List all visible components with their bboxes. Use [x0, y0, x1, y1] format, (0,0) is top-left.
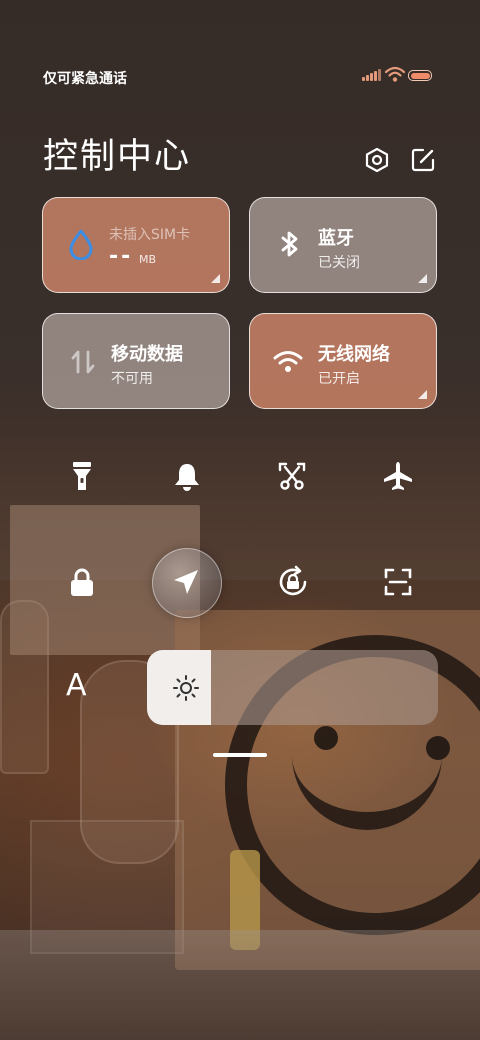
- location-toggle[interactable]: [161, 557, 211, 607]
- data-arrows-icon: [71, 350, 95, 374]
- bluetooth-tile[interactable]: 蓝牙 已关闭: [249, 197, 437, 293]
- bell-icon: [175, 464, 199, 491]
- flashlight-icon: [73, 462, 91, 490]
- airplane-icon: [384, 462, 412, 490]
- bluetooth-status: 已关闭: [318, 255, 360, 271]
- data-usage-value: --: [109, 244, 134, 269]
- notification-bell-toggle[interactable]: [162, 451, 212, 501]
- lock-screen-toggle[interactable]: [57, 557, 107, 607]
- mobile-data-label: 移动数据: [111, 344, 183, 365]
- wifi-status: 已开启: [318, 371, 360, 387]
- bluetooth-icon: [281, 231, 298, 257]
- bluetooth-label: 蓝牙: [318, 228, 354, 249]
- expand-corner-icon: [418, 390, 427, 399]
- lock-icon: [71, 568, 93, 596]
- airplane-mode-toggle[interactable]: [373, 451, 423, 501]
- data-usage-unit: MB: [139, 253, 157, 266]
- sun-icon: [173, 675, 199, 701]
- wifi-icon: [385, 66, 405, 82]
- mobile-data-tile[interactable]: 移动数据 不可用: [42, 313, 230, 409]
- screenshot-scissors-icon: [278, 462, 306, 490]
- carrier-status-text: 仅可紧急通话: [43, 71, 127, 87]
- mobile-data-status: 不可用: [111, 371, 153, 387]
- water-drop-icon: [69, 229, 93, 260]
- status-bar: 仅可紧急通话: [0, 0, 480, 100]
- rotation-lock-icon: [279, 565, 307, 596]
- sim-data-tile[interactable]: 未插入SIM卡 -- MB: [42, 197, 230, 293]
- edit-icon[interactable]: [408, 145, 438, 175]
- wifi-icon: [273, 351, 303, 372]
- expand-corner-icon: [418, 274, 427, 283]
- scan-toggle[interactable]: [373, 557, 423, 607]
- font-size-button[interactable]: A: [66, 668, 87, 703]
- screenshot-toggle[interactable]: [267, 451, 317, 501]
- wifi-tile[interactable]: 无线网络 已开启: [249, 313, 437, 409]
- scan-icon: [384, 568, 412, 596]
- wifi-label: 无线网络: [318, 344, 390, 365]
- settings-hexagon-icon[interactable]: [362, 145, 392, 175]
- signal-icon: [362, 69, 381, 81]
- brightness-slider[interactable]: [147, 650, 438, 725]
- battery-icon: [408, 70, 432, 81]
- sim-status-label: 未插入SIM卡: [109, 227, 191, 243]
- page-title: 控制中心: [43, 137, 192, 177]
- home-indicator[interactable]: [213, 753, 267, 757]
- rotation-lock-toggle[interactable]: [268, 557, 318, 607]
- expand-corner-icon: [211, 274, 220, 283]
- location-icon: [174, 570, 198, 594]
- flashlight-toggle[interactable]: [57, 451, 107, 501]
